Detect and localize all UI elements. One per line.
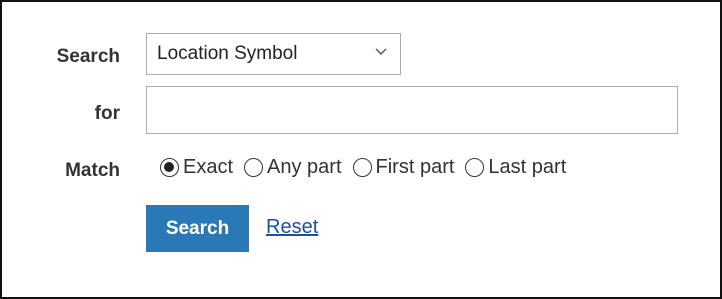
match-option-label: Any part	[267, 156, 342, 178]
radio-unselected-icon	[352, 158, 372, 177]
search-form-panel: Search Location Symbol for Match Exact A…	[0, 0, 722, 299]
reset-link[interactable]: Reset	[266, 216, 318, 239]
match-option-label: First part	[375, 156, 455, 178]
for-label: for	[94, 103, 120, 124]
search-label: Search	[56, 46, 120, 67]
match-radio-group: Exact Any part First part Last part	[160, 156, 577, 179]
match-option-label: Exact	[183, 156, 234, 178]
match-radio-last-part[interactable]: Last part	[465, 156, 566, 179]
match-option-label: Last part	[488, 156, 567, 178]
search-button[interactable]: Search	[146, 205, 249, 252]
chevron-down-icon	[375, 48, 387, 55]
radio-unselected-icon	[244, 158, 264, 177]
search-type-selected-value: Location Symbol	[157, 43, 298, 64]
search-type-select[interactable]: Location Symbol	[146, 33, 401, 75]
radio-selected-icon	[160, 158, 179, 177]
match-label: Match	[65, 160, 120, 181]
match-radio-first-part[interactable]: First part	[352, 156, 455, 179]
match-radio-exact[interactable]: Exact	[160, 156, 233, 179]
match-radio-any-part[interactable]: Any part	[244, 156, 342, 179]
radio-unselected-icon	[465, 158, 485, 177]
search-term-input[interactable]	[146, 86, 678, 134]
